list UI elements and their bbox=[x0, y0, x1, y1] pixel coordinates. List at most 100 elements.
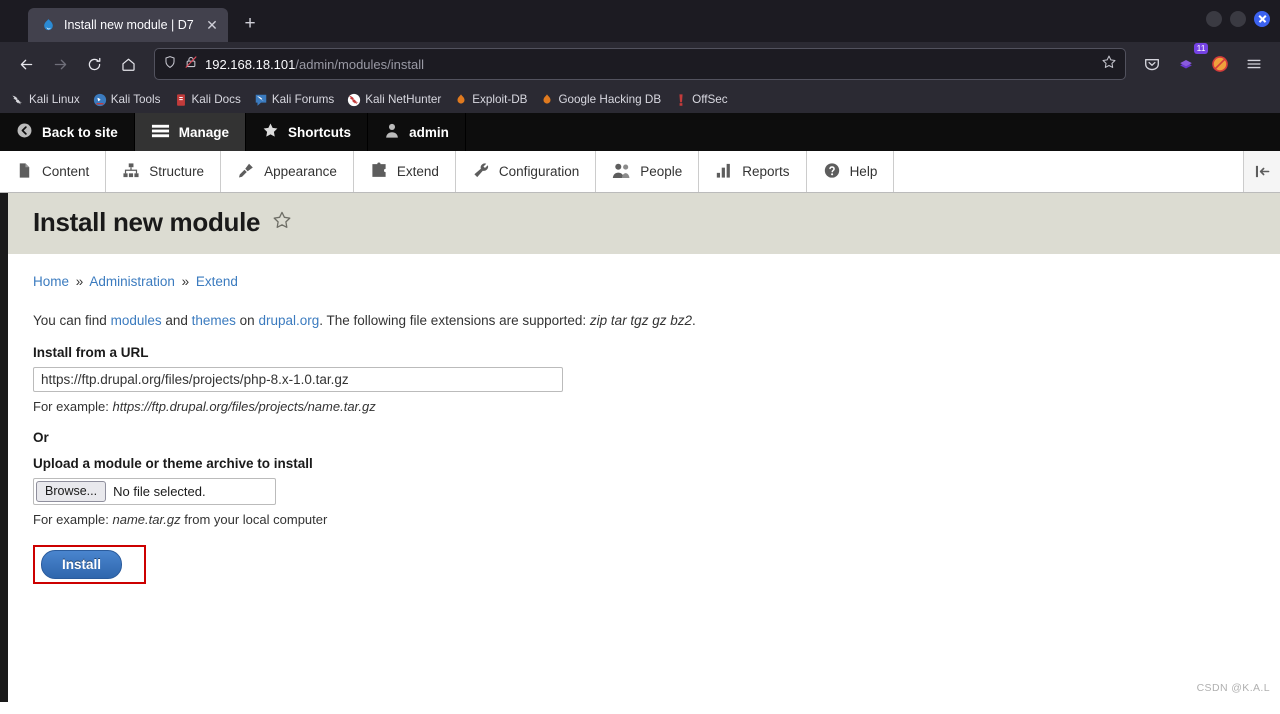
bookmark-kali-tools[interactable]: Kali Tools bbox=[88, 91, 166, 109]
toolbar-label: admin bbox=[409, 124, 449, 140]
bookmark-exploit-db[interactable]: Exploit-DB bbox=[449, 91, 532, 109]
main-content: Install new module Home » Administration… bbox=[8, 193, 1280, 702]
url-text[interactable]: 192.168.18.101/admin/modules/install bbox=[205, 57, 1094, 72]
hint-example: name.tar.gz bbox=[112, 512, 181, 527]
blocked-extension-icon[interactable] bbox=[1204, 48, 1236, 80]
bookmark-kali-forums[interactable]: Kali Forums bbox=[249, 91, 339, 109]
bookmark-kali-nethunter[interactable]: Kali NetHunter bbox=[342, 91, 446, 109]
exploit-db-icon bbox=[454, 93, 468, 107]
bookmark-label: Kali NetHunter bbox=[365, 93, 442, 106]
vertical-orientation-icon[interactable] bbox=[1244, 151, 1280, 192]
toolbar-label: Shortcuts bbox=[288, 124, 352, 140]
url-bar[interactable]: 192.168.18.101/admin/modules/install bbox=[154, 48, 1126, 80]
kali-docs-icon bbox=[174, 93, 188, 107]
back-icon[interactable] bbox=[10, 48, 42, 80]
question-circle-icon bbox=[823, 162, 841, 182]
bookmark-kali-linux[interactable]: Kali Linux bbox=[6, 91, 85, 109]
toolbar-shortcuts[interactable]: Shortcuts bbox=[246, 113, 369, 151]
install-url-input[interactable] bbox=[33, 367, 563, 392]
bookmark-offsec[interactable]: OffSec bbox=[669, 91, 733, 109]
bookmark-label: Google Hacking DB bbox=[558, 93, 662, 106]
intro-part2: and bbox=[161, 313, 192, 328]
bookmark-label: OffSec bbox=[692, 93, 728, 106]
link-drupal-org[interactable]: drupal.org bbox=[258, 313, 319, 328]
maximize-button[interactable] bbox=[1230, 11, 1246, 27]
nav-item-extend[interactable]: Extend bbox=[354, 151, 456, 192]
minimize-button[interactable] bbox=[1206, 11, 1222, 27]
extension-badge-count: 11 bbox=[1194, 43, 1208, 54]
hint-prefix: For example: bbox=[33, 399, 113, 414]
star-outline-icon[interactable] bbox=[1101, 54, 1117, 75]
toolbar-left-rail bbox=[0, 193, 8, 702]
hamburger-icon bbox=[151, 123, 170, 142]
nav-item-people[interactable]: People bbox=[596, 151, 700, 192]
star-outline-icon[interactable] bbox=[272, 210, 292, 235]
nav-label: Content bbox=[42, 164, 90, 179]
nav-label: Help bbox=[849, 164, 878, 179]
window-controls bbox=[1206, 11, 1270, 27]
hamburger-menu-icon[interactable] bbox=[1238, 48, 1270, 80]
browse-button[interactable]: Browse... bbox=[36, 481, 107, 502]
people-icon bbox=[612, 162, 631, 182]
link-modules[interactable]: modules bbox=[111, 313, 162, 328]
nav-label: People bbox=[640, 164, 683, 179]
browser-tab-title: Install new module | D7 bbox=[64, 18, 194, 32]
breadcrumb-administration[interactable]: Administration bbox=[89, 274, 175, 289]
hint-prefix: For example: bbox=[33, 512, 113, 527]
new-tab-button[interactable]: + bbox=[236, 11, 264, 39]
nav-label: Appearance bbox=[264, 164, 337, 179]
admin-toolbar-top: Back to site Manage Shortcuts admin bbox=[0, 113, 1280, 151]
extensions-icon[interactable]: 11 bbox=[1170, 43, 1208, 80]
nav-item-content[interactable]: Content bbox=[0, 151, 107, 192]
shield-icon[interactable] bbox=[163, 55, 177, 74]
insecure-lock-icon[interactable] bbox=[184, 55, 198, 74]
drupal-droplet-icon bbox=[40, 17, 56, 33]
bookmark-kali-docs[interactable]: Kali Docs bbox=[169, 91, 246, 109]
reload-icon[interactable] bbox=[78, 48, 110, 80]
link-themes[interactable]: themes bbox=[192, 313, 236, 328]
bookmark-google-hacking-db[interactable]: Google Hacking DB bbox=[535, 91, 666, 109]
url-field-label: Install from a URL bbox=[33, 345, 149, 360]
browser-tab[interactable]: Install new module | D7 ✕ bbox=[28, 8, 228, 42]
kali-nethunter-icon bbox=[347, 93, 361, 107]
nav-item-reports[interactable]: Reports bbox=[699, 151, 807, 192]
nav-item-appearance[interactable]: Appearance bbox=[221, 151, 354, 192]
nav-item-configuration[interactable]: Configuration bbox=[456, 151, 597, 192]
toolbar-spacer bbox=[894, 151, 1244, 192]
install-button-highlight: Install bbox=[33, 545, 147, 584]
hint-suffix: from your local computer bbox=[180, 512, 328, 527]
or-label: Or bbox=[33, 430, 49, 445]
bookmark-label: Kali Tools bbox=[110, 93, 161, 106]
url-path: /admin/modules/install bbox=[295, 56, 424, 72]
toolbar-user-admin[interactable]: admin bbox=[368, 113, 466, 151]
nav-item-help[interactable]: Help bbox=[807, 151, 895, 192]
home-icon[interactable] bbox=[112, 48, 144, 80]
toolbar-back-to-site[interactable]: Back to site bbox=[0, 113, 135, 151]
drupal-page: Back to site Manage Shortcuts admin Cont… bbox=[0, 113, 1280, 702]
nav-item-structure[interactable]: Structure bbox=[106, 151, 222, 192]
close-window-button[interactable] bbox=[1254, 11, 1270, 27]
file-upload-control[interactable]: Browse... No file selected. bbox=[33, 478, 276, 505]
toolbar-label: Manage bbox=[178, 124, 230, 140]
upload-field-hint: For example: name.tar.gz from your local… bbox=[33, 512, 1255, 527]
close-icon[interactable]: ✕ bbox=[202, 15, 222, 35]
toolbar-label: Back to site bbox=[42, 124, 118, 140]
browser-titlebar: Install new module | D7 ✕ + bbox=[0, 0, 1280, 42]
google-hacking-db-icon bbox=[540, 93, 554, 107]
url-field-hint: For example: https://ftp.drupal.org/file… bbox=[33, 399, 1255, 414]
star-icon bbox=[262, 122, 279, 142]
browser-navbar: 192.168.18.101/admin/modules/install 11 bbox=[0, 42, 1280, 86]
pocket-icon[interactable] bbox=[1136, 48, 1168, 80]
file-status-text: No file selected. bbox=[113, 484, 206, 499]
install-button[interactable]: Install bbox=[41, 550, 123, 579]
breadcrumb-extend[interactable]: Extend bbox=[196, 274, 238, 289]
bookmark-label: Kali Forums bbox=[271, 93, 335, 106]
breadcrumb-home[interactable]: Home bbox=[33, 274, 69, 289]
bookmarks-bar: Kali Linux Kali Tools Kali Docs Kali For… bbox=[0, 86, 1280, 113]
toolbar-manage[interactable]: Manage bbox=[134, 113, 247, 151]
puzzle-piece-icon bbox=[370, 161, 388, 182]
breadcrumb-separator: » bbox=[75, 274, 84, 289]
watermark: CSDN @K.A.L bbox=[1196, 682, 1270, 694]
forward-icon[interactable] bbox=[44, 48, 76, 80]
chevron-left-circle-icon bbox=[16, 122, 33, 142]
